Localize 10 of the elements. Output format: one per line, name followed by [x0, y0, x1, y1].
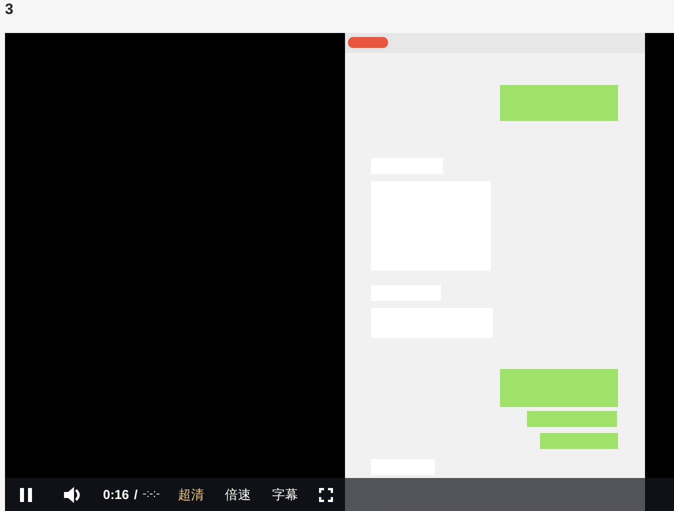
pause-button[interactable]: [19, 486, 33, 502]
player-menu-button[interactable]: 超清: [178, 484, 204, 504]
fullscreen-button[interactable]: [318, 487, 333, 502]
elapsed-time: 0:16: [103, 486, 130, 504]
player-menu-button[interactable]: 字幕: [272, 484, 298, 504]
player-menu-button[interactable]: 倍速: [224, 484, 251, 504]
duration-time: -:-:-: [142, 487, 160, 502]
page-heading: 3: [4, 0, 14, 20]
volume-button[interactable]: [63, 486, 83, 504]
time-separator: /: [134, 486, 138, 504]
